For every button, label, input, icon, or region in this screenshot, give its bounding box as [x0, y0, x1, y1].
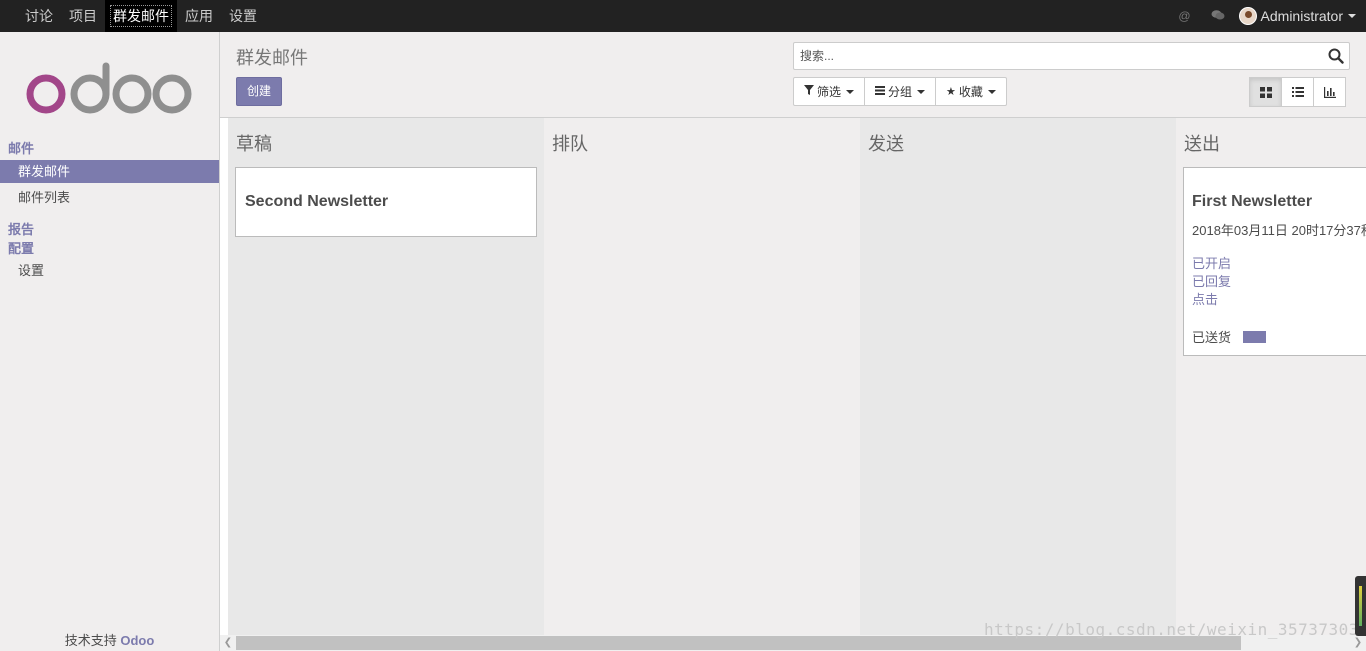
sidebar: 邮件 群发邮件 邮件列表 报告 配置 设置 技术支持 Odoo: [0, 32, 220, 651]
kanban-board: 草稿 Second Newsletter 排队 发送 送出 First News…: [220, 118, 1366, 635]
kanban-column-queue: 排队: [544, 118, 860, 635]
groupby-label: 分组: [888, 85, 913, 99]
chevron-down-icon: [917, 89, 926, 94]
view-switcher: [1249, 77, 1346, 107]
delivered-label: 已送货: [1192, 330, 1232, 345]
stat-opened[interactable]: 已开启: [1192, 255, 1366, 273]
column-title[interactable]: 送出: [1184, 130, 1220, 156]
delivered-bar: [1243, 330, 1267, 343]
card-title: First Newsletter: [1192, 193, 1313, 210]
kanban-column-sending: 发送: [860, 118, 1176, 635]
list-view-button[interactable]: [1281, 77, 1314, 107]
column-title[interactable]: 草稿: [236, 130, 272, 156]
menu-mass-mailing[interactable]: 群发邮件: [105, 0, 177, 32]
bars-icon: [875, 85, 886, 98]
delivered-row: 已送货: [1192, 327, 1366, 346]
kanban-column-draft: 草稿 Second Newsletter: [228, 118, 544, 635]
sidebar-item-mass-mailing[interactable]: 群发邮件: [0, 160, 219, 183]
at-icon[interactable]: @: [1178, 9, 1190, 23]
create-button[interactable]: 创建: [236, 77, 282, 106]
powered-by[interactable]: 技术支持 Odoo: [0, 630, 219, 649]
menu-apps[interactable]: 应用: [177, 0, 221, 32]
menu-discuss[interactable]: 讨论: [17, 0, 61, 32]
sidebar-item-settings[interactable]: 设置: [0, 259, 219, 282]
section-mail[interactable]: 邮件: [8, 138, 34, 157]
menu-project[interactable]: 项目: [61, 0, 105, 32]
powered-by-brand: Odoo: [120, 633, 155, 648]
scroll-right-icon[interactable]: ❯: [1350, 635, 1366, 651]
stat-replied[interactable]: 已回复: [1192, 273, 1366, 291]
card-date: 2018年03月11日 20时17分37秒: [1192, 223, 1366, 238]
column-title[interactable]: 发送: [868, 130, 904, 156]
groupby-button[interactable]: 分组: [864, 77, 937, 106]
app-menu: 讨论 项目 群发邮件 应用 设置: [0, 0, 265, 32]
sidebar-item-mail-list[interactable]: 邮件列表: [0, 186, 219, 209]
horizontal-scrollbar[interactable]: ❮ ❯: [220, 635, 1366, 651]
favorites-button[interactable]: ★ 收藏: [935, 77, 1007, 106]
search-input[interactable]: [794, 43, 1314, 69]
column-title[interactable]: 排队: [552, 130, 588, 156]
side-widget[interactable]: [1355, 576, 1366, 636]
powered-by-label: 技术支持: [64, 633, 121, 648]
filter-icon: [804, 85, 814, 98]
top-navbar: 讨论 项目 群发邮件 应用 设置 @ Administrator: [0, 0, 1366, 32]
chevron-down-icon: [1348, 14, 1356, 18]
chat-icon[interactable]: [1211, 9, 1225, 24]
search-box: [793, 42, 1350, 70]
avatar: [1238, 7, 1257, 25]
bar-chart-icon: [1323, 86, 1336, 98]
card-title: Second Newsletter: [245, 193, 389, 210]
star-icon: ★: [946, 86, 956, 98]
scroll-left-icon[interactable]: ❮: [220, 635, 236, 651]
kanban-card[interactable]: First Newsletter 2018年03月11日 20时17分37秒 已…: [1183, 167, 1366, 356]
menu-settings[interactable]: 设置: [221, 0, 265, 32]
user-name: Administrator: [1260, 8, 1343, 24]
kanban-card[interactable]: Second Newsletter: [235, 167, 537, 237]
filters-label: 筛选: [817, 85, 842, 99]
stat-clicked[interactable]: 点击: [1192, 291, 1366, 309]
kanban-icon: [1259, 86, 1272, 98]
filters-button[interactable]: 筛选: [793, 77, 866, 106]
odoo-logo: [26, 62, 192, 114]
section-config[interactable]: 配置: [8, 238, 34, 257]
search-options: 筛选 分组 ★ 收藏: [793, 77, 1007, 106]
control-panel: 群发邮件 创建 筛选 分组 ★ 收藏: [220, 32, 1366, 118]
systray: @ Administrator: [1168, 0, 1366, 32]
search-icon[interactable]: [1328, 48, 1344, 64]
kanban-column-sent: 送出 First Newsletter 2018年03月11日 20时17分37…: [1176, 118, 1366, 635]
breadcrumb: 群发邮件: [236, 48, 308, 68]
list-icon: [1291, 87, 1304, 97]
scrollbar-thumb[interactable]: [236, 636, 1241, 650]
graph-view-button[interactable]: [1313, 77, 1346, 107]
chevron-down-icon: [987, 89, 996, 94]
section-report[interactable]: 报告: [8, 219, 34, 238]
user-menu[interactable]: Administrator: [1238, 7, 1356, 25]
chevron-down-icon: [846, 89, 855, 94]
kanban-view-button[interactable]: [1249, 77, 1282, 107]
favorites-label: 收藏: [958, 85, 983, 99]
